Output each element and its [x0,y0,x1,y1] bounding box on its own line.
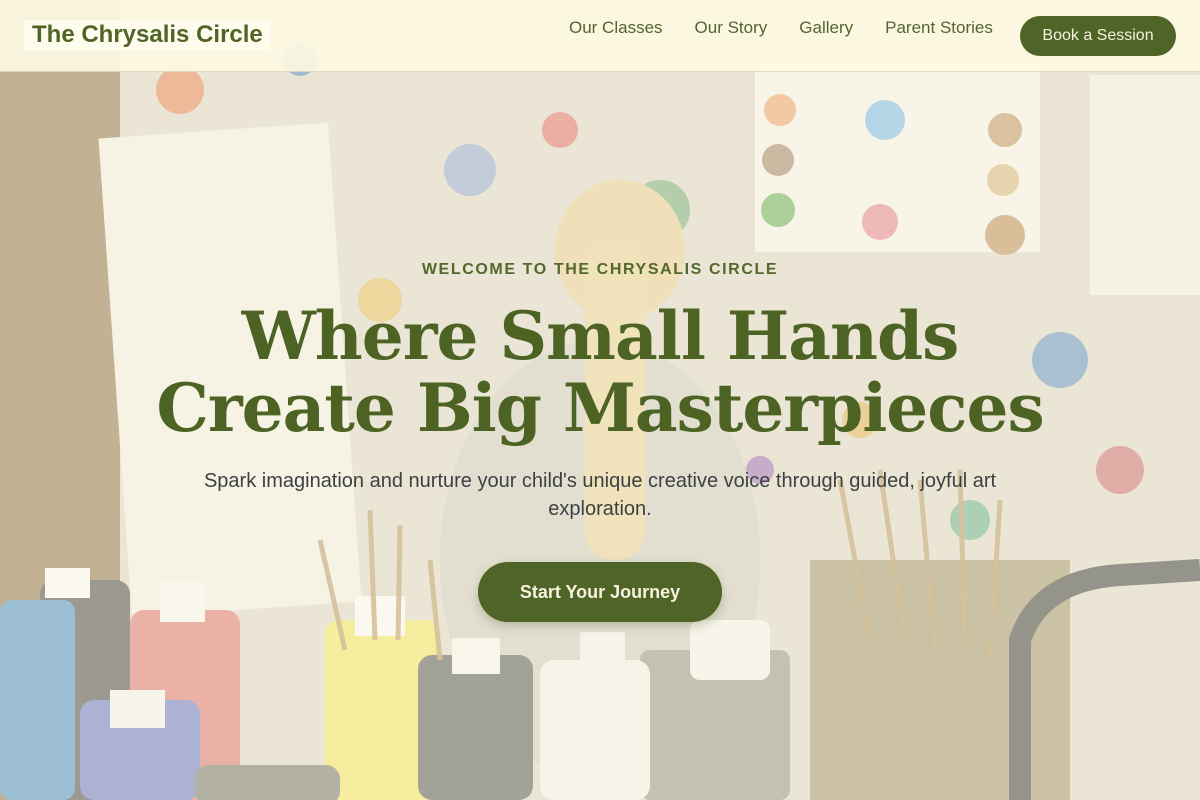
book-session-button[interactable]: Book a Session [1020,16,1176,56]
nav-link-parent-stories[interactable]: Parent Stories [885,18,993,38]
hero-eyebrow: WELCOME TO THE CHRYSALIS CIRCLE [421,261,779,278]
hero-headline-line-1: Where Small Hands [241,297,960,375]
hero-headline: Where Small Hands Create Big Masterpiece… [0,300,1200,444]
nav-link-our-classes[interactable]: Our Classes [569,18,663,38]
main-nav: Our Classes Our Story Gallery Parent Sto… [569,18,1025,38]
nav-link-gallery[interactable]: Gallery [799,18,853,38]
hero-subtitle: Spark imagination and nurture your child… [203,470,997,520]
nav-link-our-story[interactable]: Our Story [695,18,768,38]
start-journey-button[interactable]: Start Your Journey [478,562,722,622]
site-header: The Chrysalis Circle Our Classes Our Sto… [0,0,1200,72]
hero-headline-line-2: Create Big Masterpieces [156,369,1044,447]
site-logo[interactable]: The Chrysalis Circle [24,20,271,50]
